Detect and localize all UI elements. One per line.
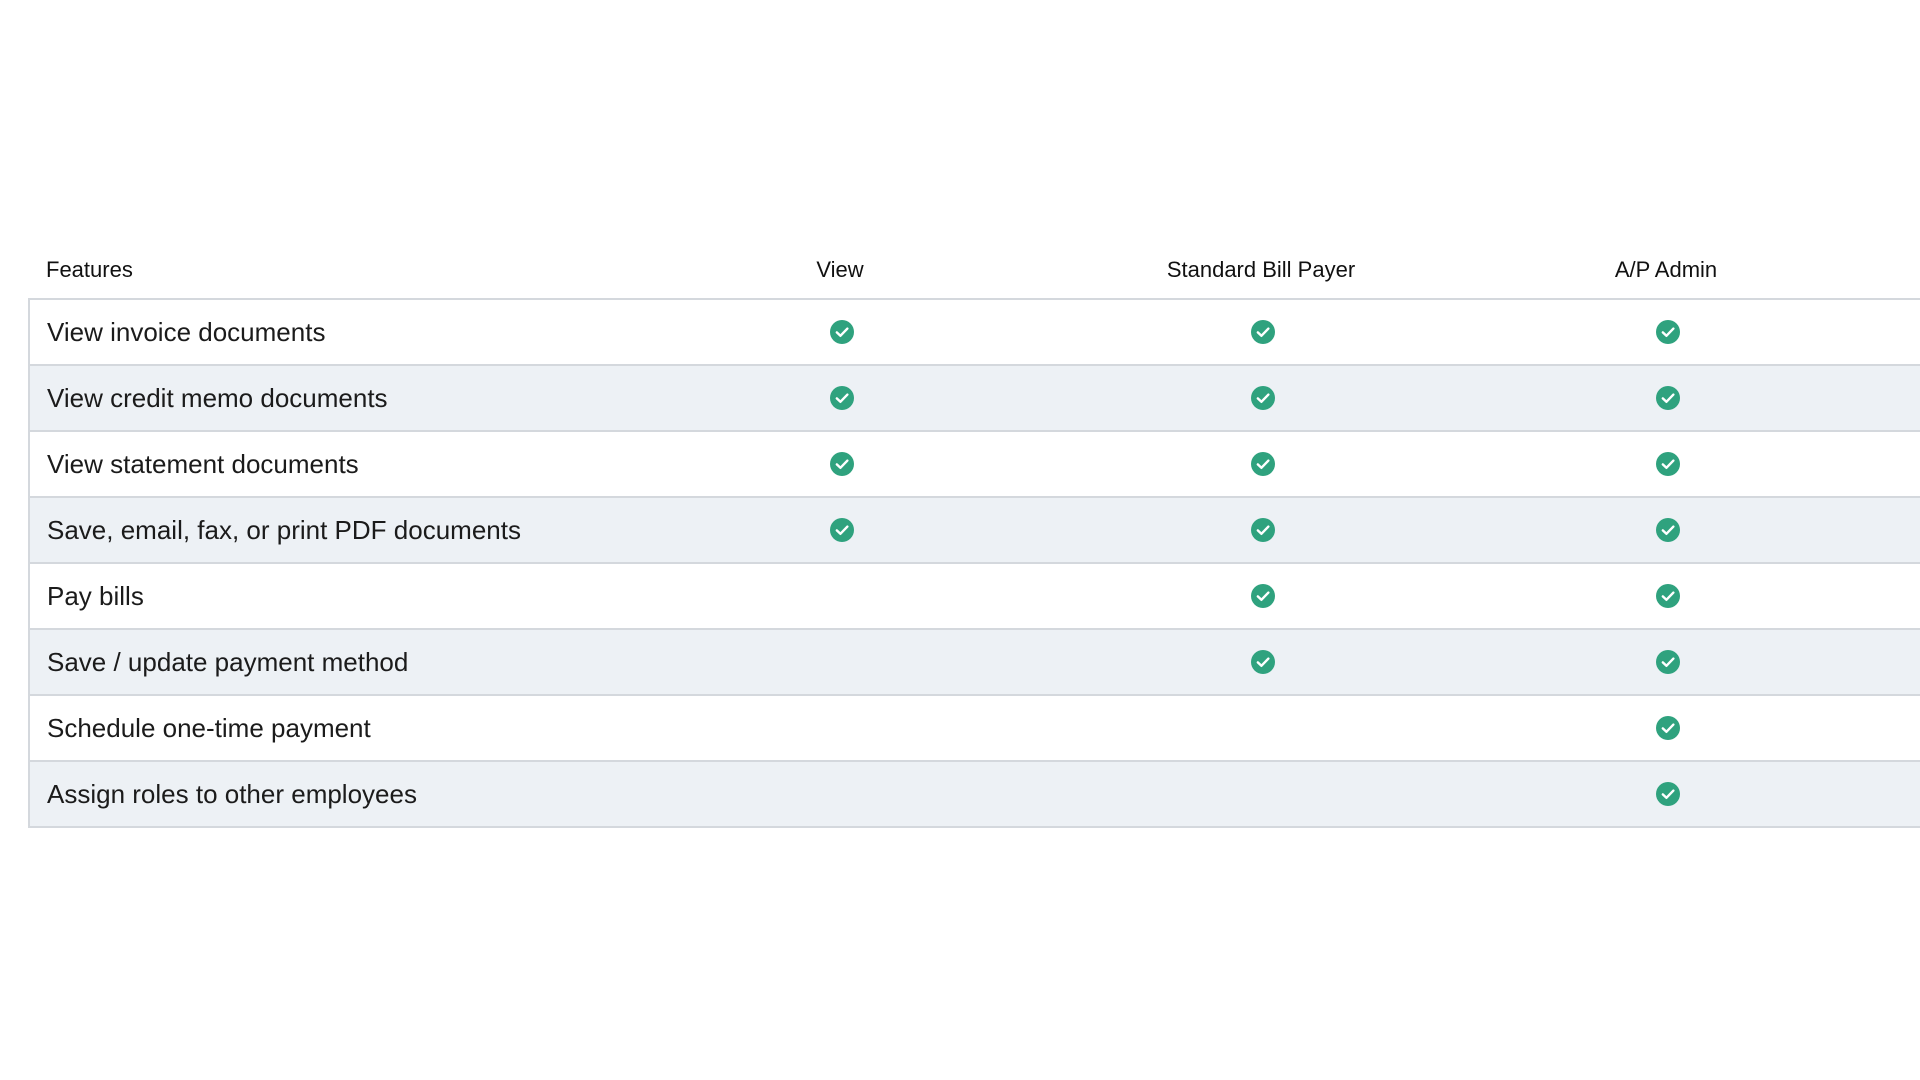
cell-ap-admin xyxy=(1638,498,1698,562)
cell-ap-admin xyxy=(1638,762,1698,826)
cell-ap-admin xyxy=(1638,696,1698,760)
cell-view xyxy=(812,300,872,364)
check-circle-icon xyxy=(1251,320,1275,344)
feature-label: View invoice documents xyxy=(47,316,326,347)
check-circle-icon xyxy=(1656,452,1680,476)
cell-view xyxy=(812,696,872,760)
table-row: View statement documents xyxy=(30,432,1920,498)
check-circle-icon xyxy=(1251,650,1275,674)
table-row: Assign roles to other employees xyxy=(30,762,1920,828)
cell-standard-bill-payer xyxy=(1233,696,1293,760)
table-header: Features View Standard Bill Payer A/P Ad… xyxy=(28,242,1920,300)
check-circle-icon xyxy=(830,386,854,410)
feature-label: Save, email, fax, or print PDF documents xyxy=(47,514,521,545)
table-row: View invoice documents xyxy=(30,300,1920,366)
cell-standard-bill-payer xyxy=(1233,762,1293,826)
table-row: View credit memo documents xyxy=(30,366,1920,432)
permissions-table: Features View Standard Bill Payer A/P Ad… xyxy=(28,242,1920,828)
cell-ap-admin xyxy=(1638,564,1698,628)
check-circle-icon xyxy=(1656,320,1680,344)
cell-view xyxy=(812,432,872,496)
check-circle-icon xyxy=(1656,650,1680,674)
cell-ap-admin xyxy=(1638,300,1698,364)
cell-view xyxy=(812,630,872,694)
cell-view xyxy=(812,498,872,562)
cell-standard-bill-payer xyxy=(1233,300,1293,364)
header-standard-bill-payer: Standard Bill Payer xyxy=(1166,257,1356,282)
header-features: Features xyxy=(46,257,133,282)
check-circle-icon xyxy=(1251,386,1275,410)
cell-view xyxy=(812,366,872,430)
table-body: View invoice documents View credit memo d… xyxy=(28,300,1920,828)
cell-standard-bill-payer xyxy=(1233,432,1293,496)
check-circle-icon xyxy=(1656,518,1680,542)
header-view: View xyxy=(816,257,864,282)
cell-standard-bill-payer xyxy=(1233,366,1293,430)
check-circle-icon xyxy=(1656,782,1680,806)
cell-view xyxy=(812,762,872,826)
header-ap-admin: A/P Admin xyxy=(1614,257,1718,282)
table-row: Save / update payment method xyxy=(30,630,1920,696)
cell-ap-admin xyxy=(1638,630,1698,694)
check-circle-icon xyxy=(830,320,854,344)
feature-label: View statement documents xyxy=(47,448,359,479)
feature-label: View credit memo documents xyxy=(47,382,388,413)
check-circle-icon xyxy=(830,452,854,476)
check-circle-icon xyxy=(1656,386,1680,410)
check-circle-icon xyxy=(1656,584,1680,608)
cell-standard-bill-payer xyxy=(1233,630,1293,694)
feature-label: Save / update payment method xyxy=(47,646,409,677)
cell-ap-admin xyxy=(1638,366,1698,430)
check-circle-icon xyxy=(1251,518,1275,542)
cell-view xyxy=(812,564,872,628)
check-circle-icon xyxy=(1656,716,1680,740)
check-circle-icon xyxy=(1251,452,1275,476)
cell-standard-bill-payer xyxy=(1233,564,1293,628)
feature-label: Pay bills xyxy=(47,580,144,611)
check-circle-icon xyxy=(1251,584,1275,608)
feature-label: Assign roles to other employees xyxy=(47,778,417,809)
feature-label: Schedule one-time payment xyxy=(47,712,371,743)
cell-ap-admin xyxy=(1638,432,1698,496)
cell-standard-bill-payer xyxy=(1233,498,1293,562)
check-circle-icon xyxy=(830,518,854,542)
table-row: Save, email, fax, or print PDF documents xyxy=(30,498,1920,564)
table-row: Schedule one-time payment xyxy=(30,696,1920,762)
table-row: Pay bills xyxy=(30,564,1920,630)
